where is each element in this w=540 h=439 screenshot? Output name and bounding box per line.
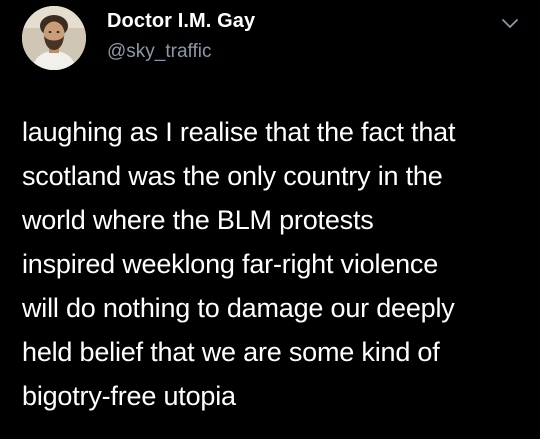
avatar[interactable] bbox=[22, 6, 86, 70]
chevron-down-icon[interactable] bbox=[499, 12, 521, 34]
tweet-card: Doctor I.M. Gay @sky_traffic laughing as… bbox=[0, 0, 540, 439]
tweet-text-line: inspired weeklong far-right violence bbox=[22, 249, 439, 279]
tweet-text-line: will do nothing to damage our deeply bbox=[22, 293, 455, 323]
tweet-text-line: scotland was the only country in the bbox=[22, 161, 443, 191]
tweet-text: laughing as I realise that the fact that… bbox=[22, 110, 532, 418]
tweet-text-line: laughing as I realise that the fact that bbox=[22, 117, 456, 147]
author-display-name[interactable]: Doctor I.M. Gay bbox=[107, 10, 255, 33]
avatar-photo bbox=[22, 6, 86, 70]
author-handle[interactable]: @sky_traffic bbox=[107, 41, 211, 63]
tweet-text-line: held belief that we are some kind of bbox=[22, 337, 440, 367]
tweet-text-line: bigotry-free utopia bbox=[22, 381, 236, 411]
tweet-text-line: world where the BLM protests bbox=[22, 205, 374, 235]
